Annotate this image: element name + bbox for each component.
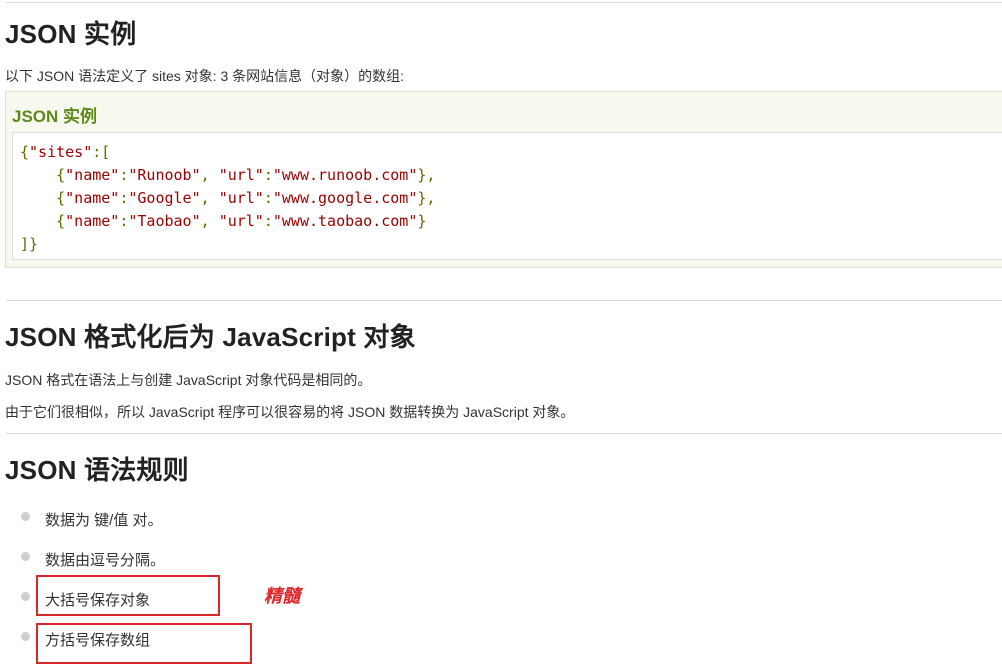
json-example-box: JSON 实例 {"sites":[ {"name":"Runoob", "ur… [5, 91, 1002, 268]
code-text: {"sites":[ {"name":"Runoob", "url":"www.… [20, 143, 436, 253]
json-to-js-paragraph-1: JSON 格式在语法上与创建 JavaScript 对象代码是相同的。 [5, 372, 372, 388]
bullet-icon [21, 552, 30, 561]
json-to-js-paragraph-2: 由于它们很相似，所以 JavaScript 程序可以很容易的将 JSON 数据转… [5, 404, 575, 420]
section-title-json-to-js: JSON 格式化后为 JavaScript 对象 [5, 322, 416, 352]
section-title-json-example: JSON 实例 [5, 19, 137, 49]
section-title-json-syntax-rules: JSON 语法规则 [5, 455, 189, 485]
section-divider [6, 300, 1002, 301]
highlight-box-arrays [36, 623, 252, 664]
bullet-icon [21, 632, 30, 641]
rule-text: 数据为 键/值 对。 [45, 512, 163, 529]
section-divider [6, 433, 1002, 434]
highlight-box-objects [36, 575, 220, 616]
top-divider [6, 2, 1002, 3]
bullet-icon [21, 592, 30, 601]
json-example-intro: 以下 JSON 语法定义了 sites 对象: 3 条网站信息（对象）的数组: [5, 68, 405, 84]
bullet-icon [21, 512, 30, 521]
code-block[interactable]: {"sites":[ {"name":"Runoob", "url":"www.… [12, 132, 1002, 260]
rule-text: 数据由逗号分隔。 [45, 552, 166, 569]
example-box-title: JSON 实例 [12, 107, 98, 126]
annotation-note: 精髓 [264, 586, 300, 606]
